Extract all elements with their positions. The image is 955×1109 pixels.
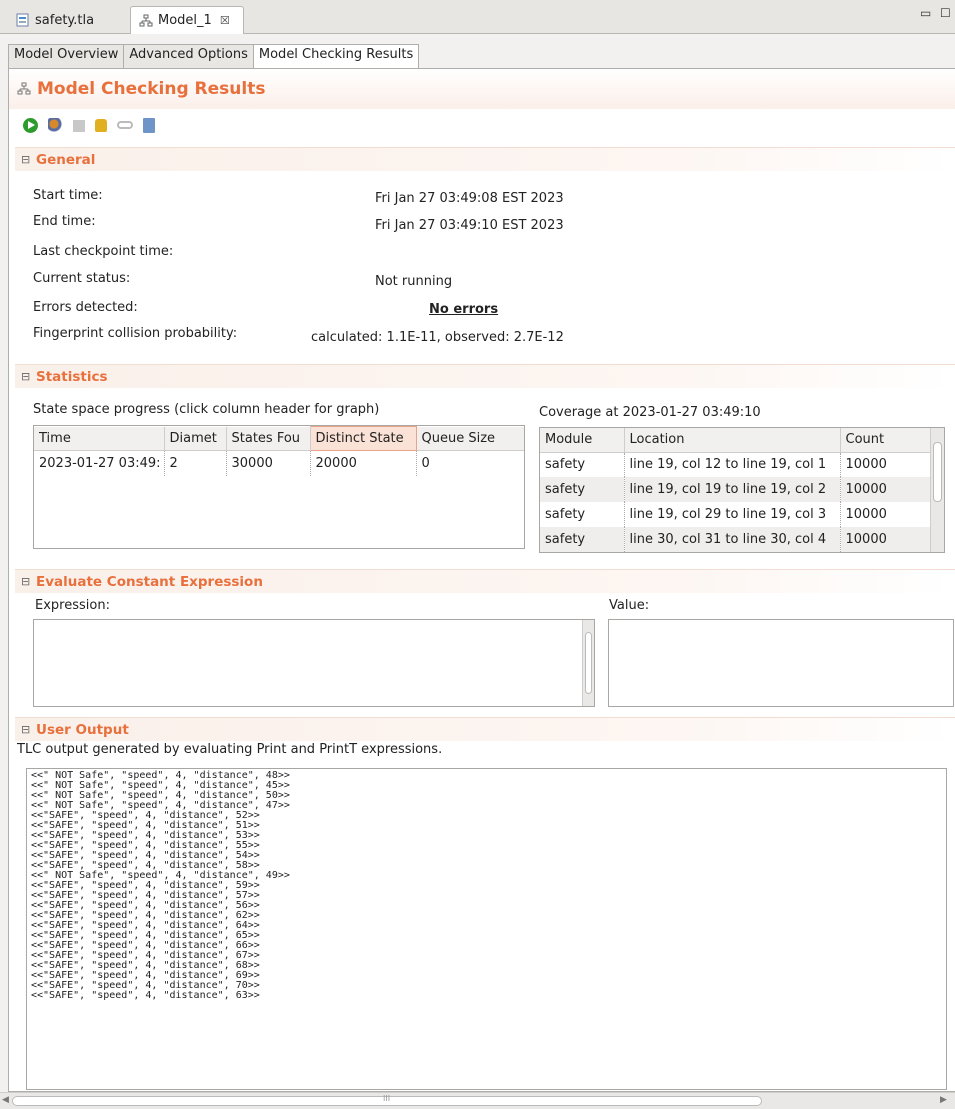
stop-icon[interactable] [73,120,85,132]
run-icon[interactable] [23,117,38,133]
model-icon [139,14,153,26]
editor-tab-safety-tla[interactable]: safety.tla [8,6,128,34]
expression-input[interactable] [33,619,595,707]
editor-tab-label: Model_1 [158,13,212,28]
editor-tab-strip: safety.tla Model_1 ☒ ▭ ☐ [0,0,955,34]
last-checkpoint-label: Last checkpoint time: [33,244,174,259]
cell-count: 10000 [840,502,931,527]
cell-count: 10000 [840,527,931,552]
form-horizontal-scrollbar[interactable]: ◀ III ▶ [0,1092,955,1109]
column-header-distinct-states[interactable]: Distinct State [309,426,417,451]
scrollbar-thumb[interactable]: III [12,1094,762,1106]
end-time-value: Fri Jan 27 03:49:10 EST 2023 [375,218,564,233]
table-row[interactable]: safety line 19, col 19 to line 19, col 2… [540,477,931,502]
cell-distinct-states: 20000 [310,450,417,476]
errors-detected-link[interactable]: No errors [429,302,498,317]
editor-tab-label: safety.tla [35,12,95,28]
column-header-states-found[interactable]: States Fou [226,426,311,451]
page-title: Model Checking Results [37,79,266,99]
section-general-header[interactable]: ⊟ General [15,147,955,171]
scrollbar-thumb[interactable] [933,442,942,502]
fingerprint-value: calculated: 1.1E-11, observed: 2.7E-12 [311,330,564,345]
start-time-value: Fri Jan 27 03:49:08 EST 2023 [375,191,564,206]
value-output[interactable] [608,619,954,707]
editor-tab-model-1[interactable]: Model_1 ☒ [130,6,244,34]
table-row[interactable]: safety line 19, col 29 to line 19, col 3… [540,502,931,527]
column-header-location[interactable]: Location [624,428,841,453]
cell-module: safety [540,452,625,477]
model-editor-page-tabs: Model Overview Advanced Options Model Ch… [8,44,420,69]
table-row[interactable]: safety line 30, col 31 to line 30, col 4… [540,527,931,552]
cell-module: safety [540,527,625,552]
column-header-time[interactable]: Time [34,426,165,451]
cell-location: line 30, col 31 to line 30, col 4 [624,527,841,552]
cell-time: 2023-01-27 03:49: [34,450,165,476]
minimize-icon[interactable]: ▭ [920,6,931,20]
fingerprint-label: Fingerprint collision probability: [33,326,238,341]
errors-detected-label: Errors detected: [33,300,138,315]
table-row[interactable]: 2023-01-27 03:49: 2 30000 20000 0 [34,450,524,476]
coverage-scrollbar[interactable] [930,428,944,552]
column-header-queue-size[interactable]: Queue Size [416,426,524,451]
cell-diameter: 2 [164,450,227,476]
collapse-icon[interactable]: ⊟ [21,575,31,588]
coverage-title: Coverage at 2023-01-27 03:49:10 [539,405,761,420]
cell-module: safety [540,502,625,527]
current-status-value: Not running [375,274,453,289]
section-title: Evaluate Constant Expression [36,573,263,590]
tla-file-icon [16,13,29,27]
state-space-table: Time Diamet States Fou Distinct State Qu… [33,425,525,549]
section-statistics-header[interactable]: ⊟ Statistics [15,364,955,388]
cell-count: 10000 [840,452,931,477]
state-space-progress-title: State space progress (click column heade… [33,402,380,417]
section-title: Statistics [36,368,108,385]
cell-queue-size: 0 [416,450,524,476]
collapse-icon[interactable]: ⊟ [21,153,31,166]
table-row[interactable]: safety line 19, col 12 to line 19, col 1… [540,452,931,477]
lock-icon[interactable] [95,118,107,132]
end-time-label: End time: [33,214,96,229]
scrollbar-thumb[interactable] [585,632,592,694]
section-title: User Output [36,721,129,738]
expression-label: Expression: [35,598,110,613]
form-header: Model Checking Results [9,69,955,109]
column-header-module[interactable]: Module [540,428,625,453]
user-output-console[interactable]: <<" NOT Safe", "speed", 4, "distance", 4… [26,768,947,1090]
user-output-description: TLC output generated by evaluating Print… [17,742,443,757]
cell-count: 10000 [840,477,931,502]
tab-advanced-options[interactable]: Advanced Options [123,44,254,68]
tab-model-checking-results[interactable]: Model Checking Results [252,44,420,69]
column-header-diameter[interactable]: Diamet [164,426,227,451]
cell-location: line 19, col 29 to line 19, col 3 [624,502,841,527]
cell-states-found: 30000 [226,450,311,476]
cell-location: line 19, col 12 to line 19, col 1 [624,452,841,477]
collapse-icon[interactable]: ⊟ [21,370,31,383]
close-icon[interactable]: ☒ [220,14,230,27]
section-title: General [36,151,96,168]
coverage-table: Module Location Count safety line 19, co… [539,427,945,553]
cell-location: line 19, col 19 to line 19, col 2 [624,477,841,502]
key-icon[interactable] [117,121,133,129]
section-user-output-header[interactable]: ⊟ User Output [15,717,955,741]
model-icon [17,82,31,95]
console-line: <<"SAFE", "speed", 4, "distance", 63>> [31,990,260,1001]
column-header-count[interactable]: Count [840,428,931,453]
gears-icon[interactable] [48,117,63,133]
current-status-label: Current status: [33,271,131,286]
results-toolbar [23,115,155,135]
cell-module: safety [540,477,625,502]
start-time-label: Start time: [33,188,103,203]
maximize-icon[interactable]: ☐ [940,6,951,20]
scroll-left-icon[interactable]: ◀ [2,1095,9,1105]
report-icon[interactable] [143,117,155,133]
scrollbar-grip: III [383,1094,391,1103]
tab-model-overview[interactable]: Model Overview [8,44,125,68]
section-evaluate-header[interactable]: ⊟ Evaluate Constant Expression [15,569,955,593]
collapse-icon[interactable]: ⊟ [21,723,31,736]
expression-scrollbar[interactable] [582,620,594,706]
value-label: Value: [609,598,650,613]
scroll-right-icon[interactable]: ▶ [940,1095,947,1105]
